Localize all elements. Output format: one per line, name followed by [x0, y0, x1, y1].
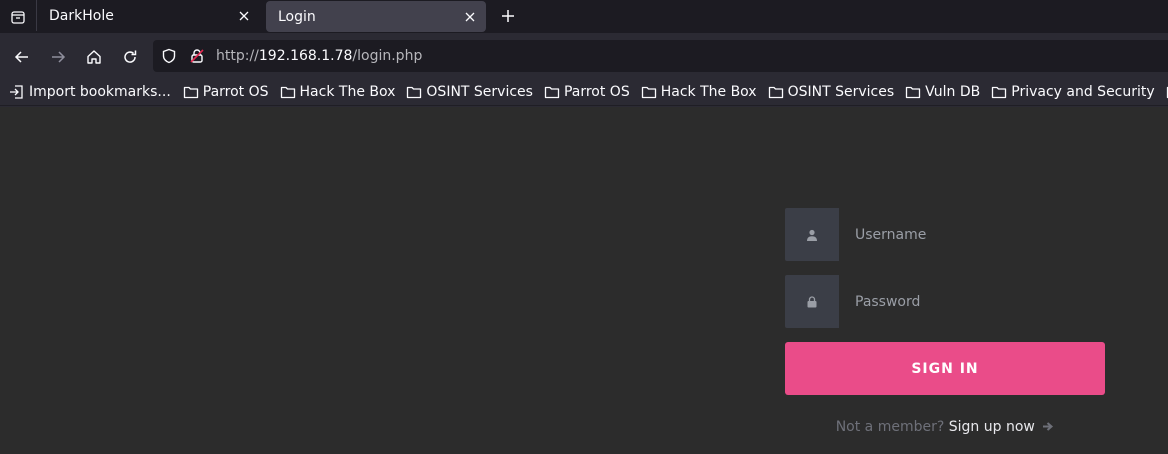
- folder-icon: [544, 86, 560, 98]
- bookmark-folder[interactable]: Vuln DB: [900, 80, 986, 104]
- url-bar[interactable]: http://192.168.1.78/login.php: [153, 40, 1168, 72]
- url-scheme: http://: [216, 48, 259, 64]
- sign-up-link-label: Sign up now: [948, 419, 1035, 435]
- tab-darkhole[interactable]: DarkHole: [36, 0, 260, 31]
- bookmark-label: Hack The Box: [660, 83, 757, 100]
- bookmark-folder[interactable]: OSINT Services: [401, 80, 539, 104]
- home-icon: [87, 49, 101, 64]
- tab-title: DarkHole: [49, 7, 114, 24]
- folder-icon: [905, 86, 921, 98]
- sign-up-link[interactable]: Sign up now: [949, 419, 1055, 435]
- bookmark-label: Parrot OS: [202, 83, 269, 100]
- back-arrow-icon: [14, 50, 28, 63]
- reload-icon: [124, 50, 137, 63]
- tab-close-button[interactable]: [232, 4, 256, 28]
- close-icon: [239, 11, 249, 20]
- bookmark-label: OSINT Services: [426, 83, 533, 100]
- plus-icon: [502, 9, 514, 22]
- user-icon: [807, 229, 817, 241]
- folder-icon: [768, 86, 783, 98]
- forward-arrow-icon: [52, 50, 66, 63]
- close-icon: [465, 12, 475, 21]
- bookmark-folder[interactable]: Le: [1161, 80, 1168, 104]
- folder-icon: [641, 86, 656, 98]
- bookmark-label: OSINT Services: [787, 83, 895, 100]
- site-info-button[interactable]: [183, 40, 211, 72]
- folder-icon: [407, 86, 422, 98]
- page-content: SIGN IN Not a member? Sign up now: [0, 107, 1168, 454]
- password-field: [785, 275, 1105, 328]
- forward-button[interactable]: [40, 41, 76, 73]
- signup-prompt: Not a member? Sign up now: [785, 419, 1105, 435]
- bookmark-label: Import bookmarks...: [29, 83, 171, 100]
- bookmarks-bar: Import bookmarks... Parrot OS Hack The B…: [0, 78, 1168, 106]
- tab-list-button[interactable]: [0, 0, 36, 33]
- bookmark-folder[interactable]: Hack The Box: [275, 80, 402, 104]
- nav-bar: http://192.168.1.78/login.php: [0, 37, 1168, 76]
- tab-close-button[interactable]: [458, 5, 482, 29]
- tab-login[interactable]: Login: [266, 1, 486, 32]
- bookmark-folder[interactable]: OSINT Services: [763, 80, 901, 104]
- url-text: http://192.168.1.78/login.php: [216, 48, 422, 64]
- tracking-protection-button[interactable]: [155, 40, 183, 72]
- reload-button[interactable]: [112, 41, 148, 73]
- bookmark-import[interactable]: Import bookmarks...: [0, 80, 177, 104]
- bookmark-label: Hack The Box: [299, 83, 396, 100]
- import-icon: [10, 84, 23, 99]
- insecure-lock-icon: [190, 49, 204, 63]
- folder-icon: [183, 86, 198, 98]
- password-addon: [785, 275, 839, 328]
- new-tab-button[interactable]: [492, 0, 524, 31]
- folder-icon: [280, 86, 295, 98]
- lock-icon: [807, 295, 817, 307]
- not-member-text: Not a member?: [835, 419, 945, 435]
- password-input[interactable]: [839, 275, 1105, 328]
- username-addon: [785, 208, 839, 261]
- bookmark-folder[interactable]: Parrot OS: [177, 80, 275, 104]
- arrow-right-icon: [1043, 422, 1054, 431]
- url-host: 192.168.1.78: [258, 48, 353, 64]
- bookmark-label: Parrot OS: [563, 83, 630, 100]
- browser-window: DarkHole Login http://192.168.1.78/login…: [0, 0, 1168, 454]
- sign-in-button[interactable]: SIGN IN: [785, 342, 1105, 395]
- bookmark-label: Vuln DB: [925, 83, 981, 100]
- bookmark-folder[interactable]: Privacy and Security: [986, 80, 1160, 104]
- folder-icon: [992, 86, 1007, 98]
- bookmark-folder[interactable]: Parrot OS: [539, 80, 636, 104]
- home-button[interactable]: [76, 41, 112, 73]
- bookmark-folder[interactable]: Hack The Box: [636, 80, 763, 104]
- username-field: [785, 208, 1105, 261]
- tab-list-icon: [11, 10, 25, 24]
- tab-strip: DarkHole Login: [0, 0, 1168, 33]
- back-button[interactable]: [4, 41, 40, 73]
- username-input[interactable]: [839, 208, 1105, 261]
- bookmark-label: Privacy and Security: [1011, 83, 1155, 100]
- url-path: /login.php: [352, 48, 423, 64]
- tab-title: Login: [278, 8, 316, 25]
- shield-icon: [162, 48, 176, 64]
